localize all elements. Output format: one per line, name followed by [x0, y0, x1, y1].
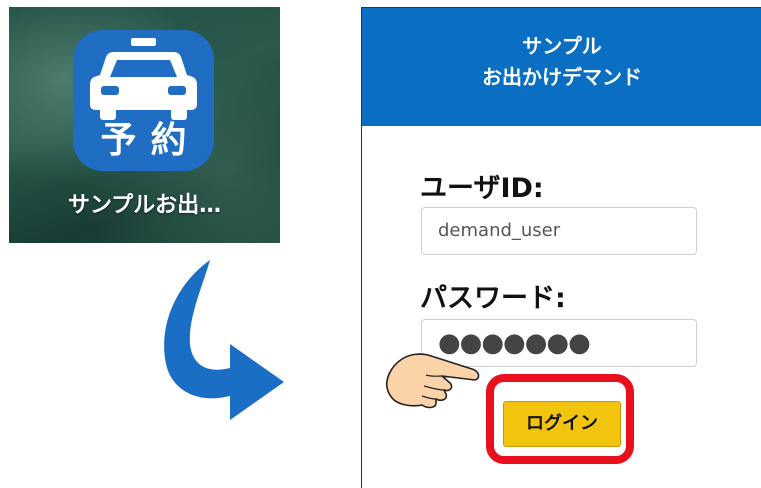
- password-label: パスワード:: [420, 283, 566, 314]
- home-screen: 予約 サンプルお出…: [9, 7, 280, 243]
- login-button[interactable]: ログイン: [503, 401, 621, 447]
- header-title-line1: サンプル: [522, 34, 602, 58]
- curved-arrow-icon: [164, 260, 284, 420]
- user-id-label: ユーザID:: [420, 173, 544, 204]
- app-icon-label: 予約: [100, 120, 201, 161]
- login-screen: サンプル お出かけデマンド ユーザID: demand_user パスワード: …: [361, 7, 761, 488]
- app-name-label: サンプルお出…: [67, 193, 222, 218]
- header-title-line2: お出かけデマンド: [482, 65, 642, 89]
- user-id-input[interactable]: demand_user: [421, 207, 697, 255]
- app-icon[interactable]: 予約: [73, 30, 214, 171]
- pointing-hand-icon: [386, 353, 480, 409]
- user-id-value: demand_user: [438, 220, 561, 241]
- app-header: サンプル お出かけデマンド: [362, 8, 761, 126]
